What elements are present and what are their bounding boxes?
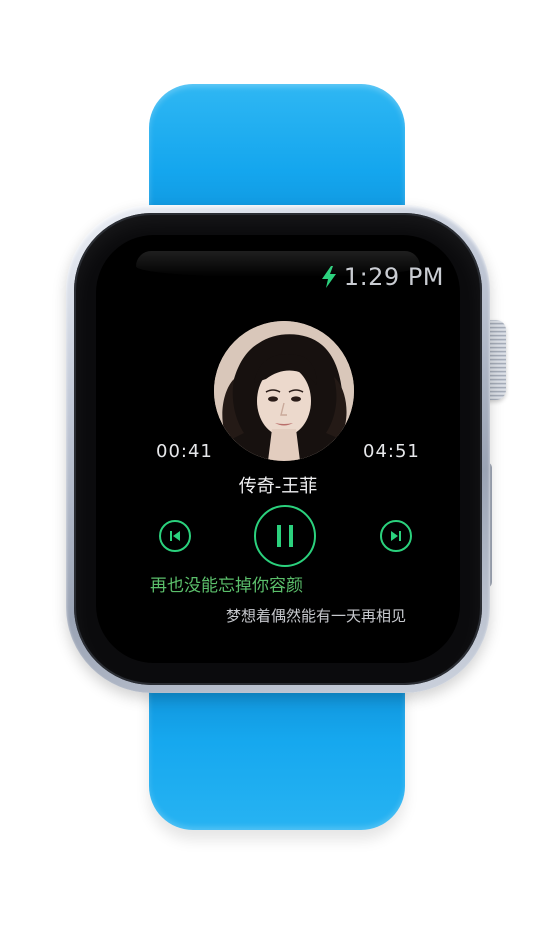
- apple-watch-mockup: 1:29 PM 00:41 04:51 传奇-王菲 再也没能忘掉你容颜 梦想着偶…: [0, 0, 552, 950]
- clock-time: 1:29 PM: [343, 263, 444, 291]
- next-lyric-line: 梦想着偶然能有一天再相见: [225, 607, 406, 625]
- elapsed-time: 00:41: [156, 441, 213, 462]
- next-track-button[interactable]: [380, 520, 412, 552]
- song-title: 传奇-王菲: [238, 476, 318, 497]
- artist-portrait: [214, 321, 354, 461]
- skip-previous-icon: [170, 531, 180, 541]
- current-lyric-line: 再也没能忘掉你容颜: [150, 576, 303, 596]
- pause-icon: [277, 525, 293, 547]
- play-pause-button[interactable]: [254, 505, 316, 567]
- album-artwork: [214, 321, 354, 461]
- status-bar: 1:29 PM: [96, 263, 444, 291]
- total-duration: 04:51: [363, 441, 420, 462]
- previous-track-button[interactable]: [159, 520, 191, 552]
- music-player-screen: 1:29 PM 00:41 04:51 传奇-王菲 再也没能忘掉你容颜 梦想着偶…: [96, 235, 460, 663]
- watch-bezel: 1:29 PM 00:41 04:51 传奇-王菲 再也没能忘掉你容颜 梦想着偶…: [74, 213, 482, 685]
- watch-band-bottom: [149, 670, 405, 830]
- bolt-icon: [321, 266, 336, 288]
- watch-case: 1:29 PM 00:41 04:51 传奇-王菲 再也没能忘掉你容颜 梦想着偶…: [66, 205, 490, 693]
- skip-next-icon: [391, 531, 401, 541]
